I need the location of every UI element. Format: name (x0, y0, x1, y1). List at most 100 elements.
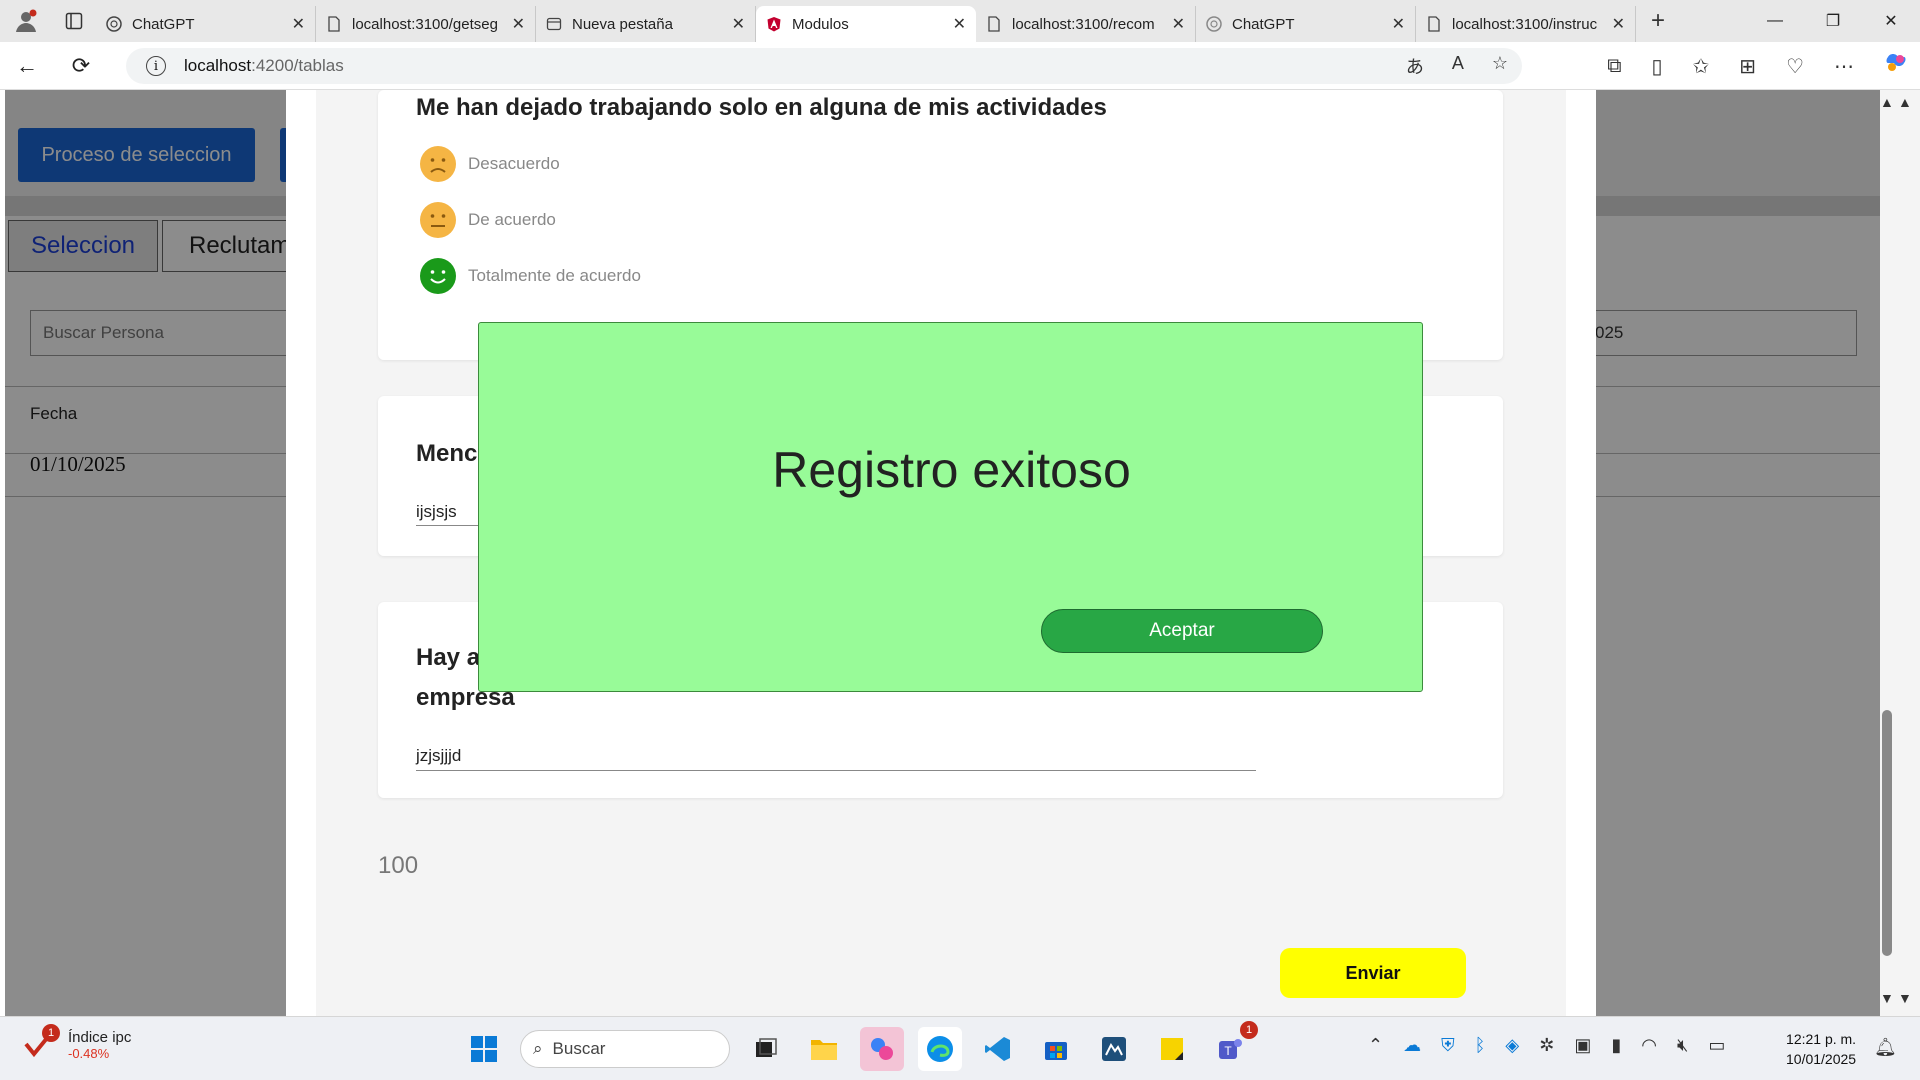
page-icon (1428, 16, 1440, 32)
more-menu-icon[interactable]: ⋯ (1834, 54, 1854, 79)
start-button[interactable] (462, 1027, 506, 1071)
option-desacuerdo[interactable]: Desacuerdo (420, 146, 560, 182)
read-aloud-icon[interactable]: A (1452, 53, 1464, 79)
split-screen-icon[interactable]: ▯ (1652, 54, 1663, 79)
browser-tab[interactable]: localhost:3100/getseg ✕ (316, 6, 536, 42)
tab-title: Nueva pestaña (572, 15, 673, 33)
scroll-down-icon[interactable]: ▼ (1880, 990, 1894, 1006)
copilot-app-icon[interactable] (860, 1027, 904, 1071)
profile-icon[interactable] (0, 0, 52, 42)
clock-date: 10/01/2025 (1786, 1051, 1857, 1067)
site-info-icon[interactable]: i (146, 56, 166, 76)
tab-title: ChatGPT (1232, 15, 1295, 33)
file-explorer-icon[interactable] (802, 1027, 846, 1071)
close-tab-icon[interactable]: ✕ (512, 14, 525, 34)
dialog-message: Registro exitoso (772, 442, 1131, 498)
answer-input[interactable]: jzjsjjjd (416, 746, 461, 766)
clock-time: 12:21 p. m. (1786, 1031, 1857, 1047)
wifi-icon[interactable]: ◠ (1641, 1035, 1657, 1056)
volume-muted-icon[interactable]: 🔇︎ (1677, 1035, 1688, 1056)
capture-icon[interactable]: ▣ (1574, 1035, 1591, 1056)
enviar-button[interactable]: Enviar (1280, 948, 1466, 998)
widget-value: -0.48% (68, 1046, 110, 1061)
url-path: :4200/tablas (251, 56, 344, 75)
browser-tab[interactable]: Nueva pestaña ✕ (536, 6, 756, 42)
angular-icon (767, 17, 781, 32)
tab-title: localhost:3100/recom (1012, 15, 1155, 33)
audio-app-icon[interactable]: ▮ (1611, 1035, 1621, 1056)
input-underline (416, 770, 1256, 771)
chatgpt-icon (106, 16, 122, 32)
new-tab-button[interactable]: + (1636, 7, 1680, 35)
task-view-icon[interactable] (744, 1027, 788, 1071)
teams-icon[interactable]: T 1 (1208, 1021, 1258, 1071)
close-tab-icon[interactable]: ✕ (292, 14, 305, 34)
option-de-acuerdo[interactable]: De acuerdo (420, 202, 556, 238)
widget-title: Índice ipc (68, 1029, 132, 1046)
address-bar[interactable]: i localhost:4200/tablas あ A ☆ (126, 48, 1522, 84)
restore-icon[interactable]: ❐ (1804, 0, 1862, 42)
chatgpt-icon (1206, 16, 1222, 32)
browser-tab[interactable]: ChatGPT ✕ (96, 6, 316, 42)
aceptar-button[interactable]: Aceptar (1041, 609, 1323, 653)
bluetooth-icon[interactable]: ᛒ (1475, 1035, 1486, 1056)
option-label: Totalmente de acuerdo (468, 266, 641, 285)
tab-actions-icon[interactable] (52, 0, 96, 42)
scrollbar-thumb[interactable] (1882, 710, 1892, 956)
onedrive-icon[interactable]: ☁ (1403, 1035, 1421, 1056)
favorite-star-icon[interactable]: ☆ (1492, 53, 1508, 79)
close-tab-icon[interactable]: ✕ (1612, 14, 1625, 34)
success-dialog: Registro exitoso Aceptar (478, 322, 1423, 692)
browser-tab[interactable]: localhost:3100/instruc ✕ (1416, 6, 1636, 42)
close-tab-icon[interactable]: ✕ (732, 14, 745, 34)
reload-icon[interactable]: ⟳ (54, 53, 108, 79)
search-icon: ⌕ (533, 1039, 543, 1058)
stock-trend-icon: 1 (24, 1024, 60, 1060)
tab-title: ChatGPT (132, 15, 195, 33)
answer-input[interactable]: ijsjsjs (416, 502, 457, 522)
system-tray: ⌃ ☁ ⛨ ᛒ ◈ ✲ ▣ ▮ ◠ 🔇︎ ▭ (1368, 1035, 1725, 1056)
favorites-icon[interactable]: ✩ (1693, 54, 1710, 79)
close-tab-icon[interactable]: ✕ (1392, 14, 1405, 34)
option-label: Desacuerdo (468, 154, 560, 173)
teams-badge: 1 (1240, 1021, 1258, 1039)
scroll-up-icon[interactable]: ▲ (1898, 94, 1912, 110)
scroll-down-icon[interactable]: ▼ (1898, 990, 1912, 1006)
mysql-workbench-icon[interactable] (1092, 1027, 1136, 1071)
tab-title: localhost:3100/instruc (1452, 15, 1598, 33)
chevron-up-icon[interactable]: ⌃ (1368, 1035, 1383, 1056)
browser-tab[interactable]: localhost:3100/recom ✕ (976, 6, 1196, 42)
extensions-icon[interactable]: ⧉ (1607, 55, 1621, 78)
translate-icon[interactable]: あ (1406, 53, 1424, 79)
minimize-icon[interactable]: — (1746, 0, 1804, 42)
neutral-face-icon (420, 202, 456, 238)
question-title: Hay a (416, 644, 481, 671)
widgets-button[interactable]: 1 Índice ipc -0.48% (24, 1024, 132, 1061)
browser-essentials-icon[interactable]: ♡ (1786, 54, 1804, 79)
close-tab-icon[interactable]: ✕ (953, 14, 966, 34)
edge-icon[interactable] (918, 1027, 962, 1071)
security-icon[interactable]: ◈ (1505, 1035, 1519, 1056)
scroll-up-icon[interactable]: ▲ (1880, 94, 1894, 110)
browser-tab[interactable]: ChatGPT ✕ (1196, 6, 1416, 42)
store-icon[interactable] (1034, 1027, 1078, 1071)
close-tab-icon[interactable]: ✕ (1172, 14, 1185, 34)
defender-icon[interactable]: ⛨ (1441, 1035, 1455, 1056)
collections-icon[interactable]: ⊞ (1739, 54, 1756, 79)
windows-taskbar: 1 Índice ipc -0.48% ⌕ Buscar T 1 ⌃ ☁ ⛨ ᛒ… (0, 1016, 1920, 1080)
battery-icon[interactable]: ▭ (1708, 1035, 1725, 1056)
tab-title: localhost:3100/getseg (352, 15, 498, 33)
copilot-icon[interactable] (1884, 51, 1908, 81)
svg-text:T: T (1224, 1044, 1232, 1058)
app-tray-icon[interactable]: ✲ (1539, 1035, 1554, 1056)
browser-tab-active[interactable]: Modulos ✕ (756, 6, 976, 42)
option-totalmente-de-acuerdo[interactable]: Totalmente de acuerdo (420, 258, 641, 294)
back-icon[interactable]: ← (0, 53, 54, 79)
notifications-bell-icon[interactable]: 🔔︎ (1874, 1037, 1897, 1058)
sticky-notes-icon[interactable] (1150, 1027, 1194, 1071)
happy-face-icon (420, 258, 456, 294)
close-window-icon[interactable]: ✕ (1862, 0, 1920, 42)
taskbar-search[interactable]: ⌕ Buscar (520, 1030, 730, 1068)
clock[interactable]: 12:21 p. m. 10/01/2025 (1786, 1029, 1856, 1069)
vscode-icon[interactable] (976, 1027, 1020, 1071)
